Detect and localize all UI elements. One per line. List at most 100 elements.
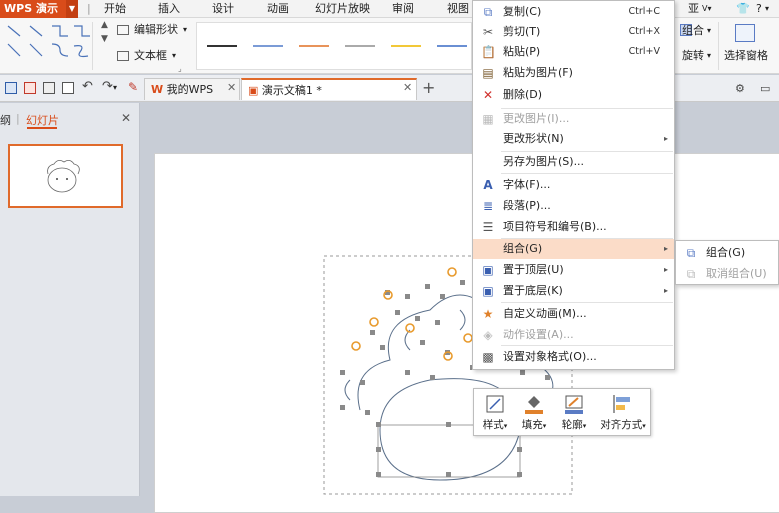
tab-review[interactable]: 审阅 <box>392 0 414 18</box>
line-style-black[interactable] <box>207 45 237 47</box>
doc-tab-label: 我的WPS <box>166 83 214 96</box>
tab-design[interactable]: 设计 <box>212 0 234 18</box>
tab-outline[interactable]: 纲 <box>0 112 11 128</box>
close-tab-icon[interactable]: ✕ <box>227 81 236 94</box>
redo-icon[interactable]: ↷ <box>102 79 113 94</box>
fill-label: 填充 <box>521 419 543 431</box>
tab-insert[interactable]: 插入 <box>158 0 180 18</box>
rotation-handles[interactable] <box>351 267 473 361</box>
copy-icon: ⧉ <box>483 5 493 19</box>
tab-separator: | <box>16 112 20 125</box>
edit-shape-button[interactable]: 编辑形状 <box>134 23 178 37</box>
tab-slides-underline <box>27 127 57 129</box>
selection-pane-button[interactable]: 选择窗格 <box>724 49 768 63</box>
line-style-blue-2[interactable] <box>437 45 467 47</box>
tab-home[interactable]: 开始 <box>104 0 126 18</box>
menu-item-label: 置于底层(K) <box>503 284 563 297</box>
doc-tab-mywps[interactable]: W 我的WPS <box>144 78 240 100</box>
text-box-button[interactable]: 文本框 <box>134 49 167 63</box>
menu-separator <box>501 173 673 174</box>
menu-item-paste-as-image[interactable]: ▤ 粘贴为图片(F) <box>473 63 674 83</box>
submenu-arrow-icon: ▸ <box>663 244 668 253</box>
export-pdf-icon[interactable] <box>24 82 36 94</box>
group-dropdown-icon[interactable]: ▾ <box>707 24 711 38</box>
rotate-button[interactable]: 旋转 <box>682 49 704 63</box>
line-style-gray[interactable] <box>345 45 375 47</box>
new-tab-icon[interactable]: + <box>422 78 435 97</box>
print-preview-icon[interactable] <box>62 82 74 94</box>
close-tab-icon[interactable]: ✕ <box>403 81 412 94</box>
menu-item-action-settings: ◈ 动作设置(A)... <box>473 325 674 345</box>
fill-button[interactable]: 填充▾ <box>516 389 552 435</box>
undo-icon[interactable]: ↶ <box>82 79 93 94</box>
doc-tab-presentation[interactable]: ▣ 演示文稿1 * <box>241 78 417 100</box>
outline-label: 轮廓 <box>561 419 583 431</box>
scroll-down-icon[interactable]: ▼ <box>101 34 111 44</box>
menu-item-label: 更改图片(I)... <box>503 112 570 125</box>
settings-icon[interactable]: ⚙ <box>735 82 745 95</box>
menu-item-paragraph[interactable]: ≣ 段落(P)... <box>473 196 674 216</box>
account-name[interactable]: 亚 <box>688 0 699 18</box>
menu-item-label: 动作设置(A)... <box>503 328 574 341</box>
ribbon-divider <box>92 22 93 70</box>
submenu-item-group[interactable]: ⧉ 组合(G) <box>676 243 778 263</box>
group-button[interactable]: 组合 <box>682 24 704 38</box>
help-dropdown-icon[interactable]: ▾ <box>765 0 769 18</box>
menu-item-send-to-back[interactable]: ▣ 置于底层(K) ▸ <box>473 281 674 301</box>
align-button[interactable]: 对齐方式▾ <box>596 389 650 435</box>
menu-item-label: 组合(G) <box>503 242 543 255</box>
action-icon: ◈ <box>483 328 493 342</box>
menu-item-paste[interactable]: 📋 粘贴(P) Ctrl+V <box>473 42 674 62</box>
submenu-item-ungroup: ⧉ 取消组合(U) <box>676 264 778 284</box>
rotate-dropdown-icon[interactable]: ▾ <box>707 49 711 63</box>
sheep-thumbnail-icon <box>47 160 80 193</box>
menu-item-custom-animation[interactable]: ★ 自定义动画(M)... <box>473 304 674 324</box>
menu-item-font[interactable]: A 字体(F)... <box>473 175 674 195</box>
menu-item-bring-to-front[interactable]: ▣ 置于顶层(U) ▸ <box>473 260 674 280</box>
menu-item-label: 置于顶层(U) <box>503 263 564 276</box>
window-icon[interactable]: ▭ <box>760 82 770 95</box>
menu-item-save-as-picture[interactable]: 另存为图片(S)... <box>473 152 674 172</box>
app-menu-button[interactable]: WPS 演示 <box>0 0 66 18</box>
text-box-dropdown-icon[interactable]: ▾ <box>172 49 176 63</box>
change-picture-icon: ▦ <box>482 112 494 126</box>
style-button[interactable]: 样式▾ <box>478 389 512 435</box>
tab-animation[interactable]: 动画 <box>267 0 289 18</box>
menu-item-delete[interactable]: ✕ 删除(D) <box>473 85 674 105</box>
tab-slideshow[interactable]: 幻灯片放映 <box>315 0 370 18</box>
line-style-gallery[interactable] <box>196 22 472 70</box>
outline-button[interactable]: 轮廓▾ <box>556 389 592 435</box>
toolbar-dropdown-icon[interactable]: ▾ <box>113 83 117 92</box>
app-menu-dropdown-icon[interactable]: ▼ <box>66 0 78 18</box>
line-style-orange[interactable] <box>299 45 329 47</box>
menu-separator <box>501 302 673 303</box>
menu-item-change-shape[interactable]: 更改形状(N) ▸ <box>473 129 674 149</box>
paste-image-icon: ▤ <box>482 66 494 80</box>
tab-slides[interactable]: 幻灯片 <box>26 112 59 128</box>
line-shapes-gallery[interactable] <box>4 22 92 62</box>
menu-item-cut[interactable]: ✂ 剪切(T) Ctrl+X <box>473 22 674 42</box>
menu-item-format-object[interactable]: ▩ 设置对象格式(O)... <box>473 347 674 367</box>
close-pane-icon[interactable]: ✕ <box>121 111 131 125</box>
align-label: 对齐方式 <box>600 419 643 431</box>
dialog-launcher-icon[interactable]: ⌟ <box>178 64 182 73</box>
help-button[interactable]: ? <box>756 0 762 18</box>
account-dropdown-icon[interactable]: V▾ <box>702 0 712 18</box>
line-style-yellow[interactable] <box>391 45 421 47</box>
menu-item-copy[interactable]: ⧉ 复制(C) Ctrl+C <box>473 2 674 22</box>
menu-item-label: 段落(P)... <box>503 199 551 212</box>
save-icon[interactable] <box>5 82 17 94</box>
slide-thumbnail[interactable] <box>8 144 123 208</box>
pin-icon[interactable]: ✎ <box>128 80 138 94</box>
menu-item-group[interactable]: 组合(G) ▸ <box>473 239 674 259</box>
line-style-blue[interactable] <box>253 45 283 47</box>
mini-toolbar: 样式▾ 填充▾ 轮廓▾ 对齐方式▾ <box>473 388 651 436</box>
menu-item-label: 剪切(T) <box>503 25 541 38</box>
print-icon[interactable] <box>43 82 55 94</box>
scroll-up-icon[interactable]: ▲ <box>101 20 111 30</box>
menu-item-bullets-numbering[interactable]: ☰ 项目符号和编号(B)... <box>473 217 674 237</box>
edit-shape-dropdown-icon[interactable]: ▾ <box>183 23 187 37</box>
tab-view[interactable]: 视图 <box>447 0 469 18</box>
menu-item-label: 粘贴(P) <box>503 45 541 58</box>
skin-icon[interactable]: 👕 <box>736 0 750 18</box>
